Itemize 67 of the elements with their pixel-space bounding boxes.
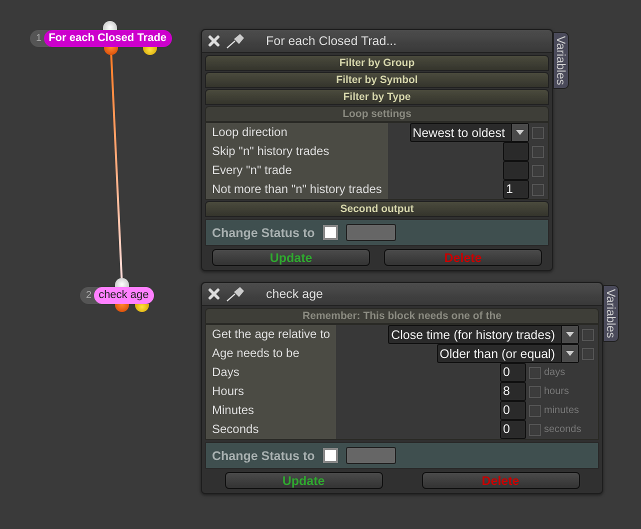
- number-field[interactable]: 0: [500, 363, 526, 382]
- field-label: Minutes: [206, 401, 336, 420]
- section-bar[interactable]: Filter by Group: [205, 55, 549, 71]
- checkbox[interactable]: [322, 225, 338, 240]
- checkbox[interactable]: [582, 348, 594, 360]
- field-label: Every "n" trade: [206, 161, 388, 180]
- unit-label: hours: [544, 386, 570, 397]
- dropdown[interactable]: Close time (for history trades): [388, 325, 579, 344]
- node-label[interactable]: For each Closed Trade: [44, 30, 172, 47]
- panel-title: For each Closed Trad...: [266, 34, 397, 48]
- field-label: Seconds: [206, 420, 336, 439]
- input-port[interactable]: [115, 278, 129, 287]
- checkbox[interactable]: [532, 184, 544, 196]
- status-field[interactable]: [346, 224, 396, 241]
- unit-label: minutes: [544, 405, 580, 416]
- section-bar[interactable]: Filter by Symbol: [205, 72, 549, 88]
- checkbox[interactable]: [322, 448, 338, 463]
- field-label: Age needs to be: [206, 344, 336, 363]
- section-header: Loop settings: [205, 106, 549, 122]
- close-icon[interactable]: [208, 35, 220, 47]
- update-button[interactable]: Update: [212, 249, 370, 266]
- number-field[interactable]: 1: [503, 180, 529, 199]
- close-icon[interactable]: [208, 288, 220, 300]
- input-port[interactable]: [103, 21, 117, 30]
- number-field[interactable]: [503, 142, 529, 161]
- variables-tab[interactable]: Variables: [603, 285, 619, 342]
- field-label: Skip "n" history trades: [206, 142, 388, 161]
- field-label: Hours: [206, 382, 336, 401]
- field-label: Get the age relative to: [206, 325, 336, 344]
- output-port[interactable]: [135, 304, 149, 312]
- checkbox[interactable]: [532, 146, 544, 158]
- panel-title: check age: [266, 287, 323, 301]
- checkbox[interactable]: [532, 164, 544, 176]
- status-field[interactable]: [346, 447, 396, 464]
- section-bar[interactable]: Second output: [205, 201, 549, 217]
- checkbox[interactable]: [532, 126, 544, 138]
- caret-icon: [516, 130, 524, 135]
- field-label: Days: [206, 363, 336, 382]
- field-label: Not more than "n" history trades: [206, 180, 388, 199]
- pin-icon[interactable]: [226, 286, 246, 302]
- number-field[interactable]: 8: [500, 382, 526, 401]
- output-port[interactable]: [143, 47, 157, 55]
- pin-icon[interactable]: [226, 33, 246, 49]
- section-header: Remember: This block needs one of the: [205, 308, 599, 324]
- variables-tab[interactable]: Variables: [553, 32, 569, 90]
- dropdown[interactable]: Newest to oldest: [410, 123, 529, 142]
- update-button[interactable]: Update: [224, 472, 382, 489]
- number-field[interactable]: 0: [500, 401, 526, 420]
- node-label[interactable]: check age: [94, 287, 154, 304]
- checkbox[interactable]: [529, 366, 541, 378]
- status-label: Change Status to: [212, 448, 315, 462]
- unit-label: seconds: [544, 424, 582, 435]
- caret-icon: [566, 332, 574, 337]
- output-port[interactable]: [104, 47, 118, 55]
- checkbox[interactable]: [529, 386, 541, 398]
- status-label: Change Status to: [212, 226, 315, 240]
- section-bar[interactable]: Filter by Type: [205, 89, 549, 105]
- dropdown[interactable]: Older than (or equal): [436, 344, 579, 363]
- checkbox[interactable]: [529, 404, 541, 416]
- checkbox[interactable]: [582, 328, 594, 340]
- output-port[interactable]: [115, 304, 129, 312]
- caret-icon: [566, 351, 574, 356]
- unit-label: days: [544, 367, 566, 378]
- number-field[interactable]: 0: [500, 420, 526, 439]
- field-label: Loop direction: [206, 123, 388, 142]
- checkbox[interactable]: [529, 424, 541, 436]
- number-field[interactable]: [503, 161, 529, 180]
